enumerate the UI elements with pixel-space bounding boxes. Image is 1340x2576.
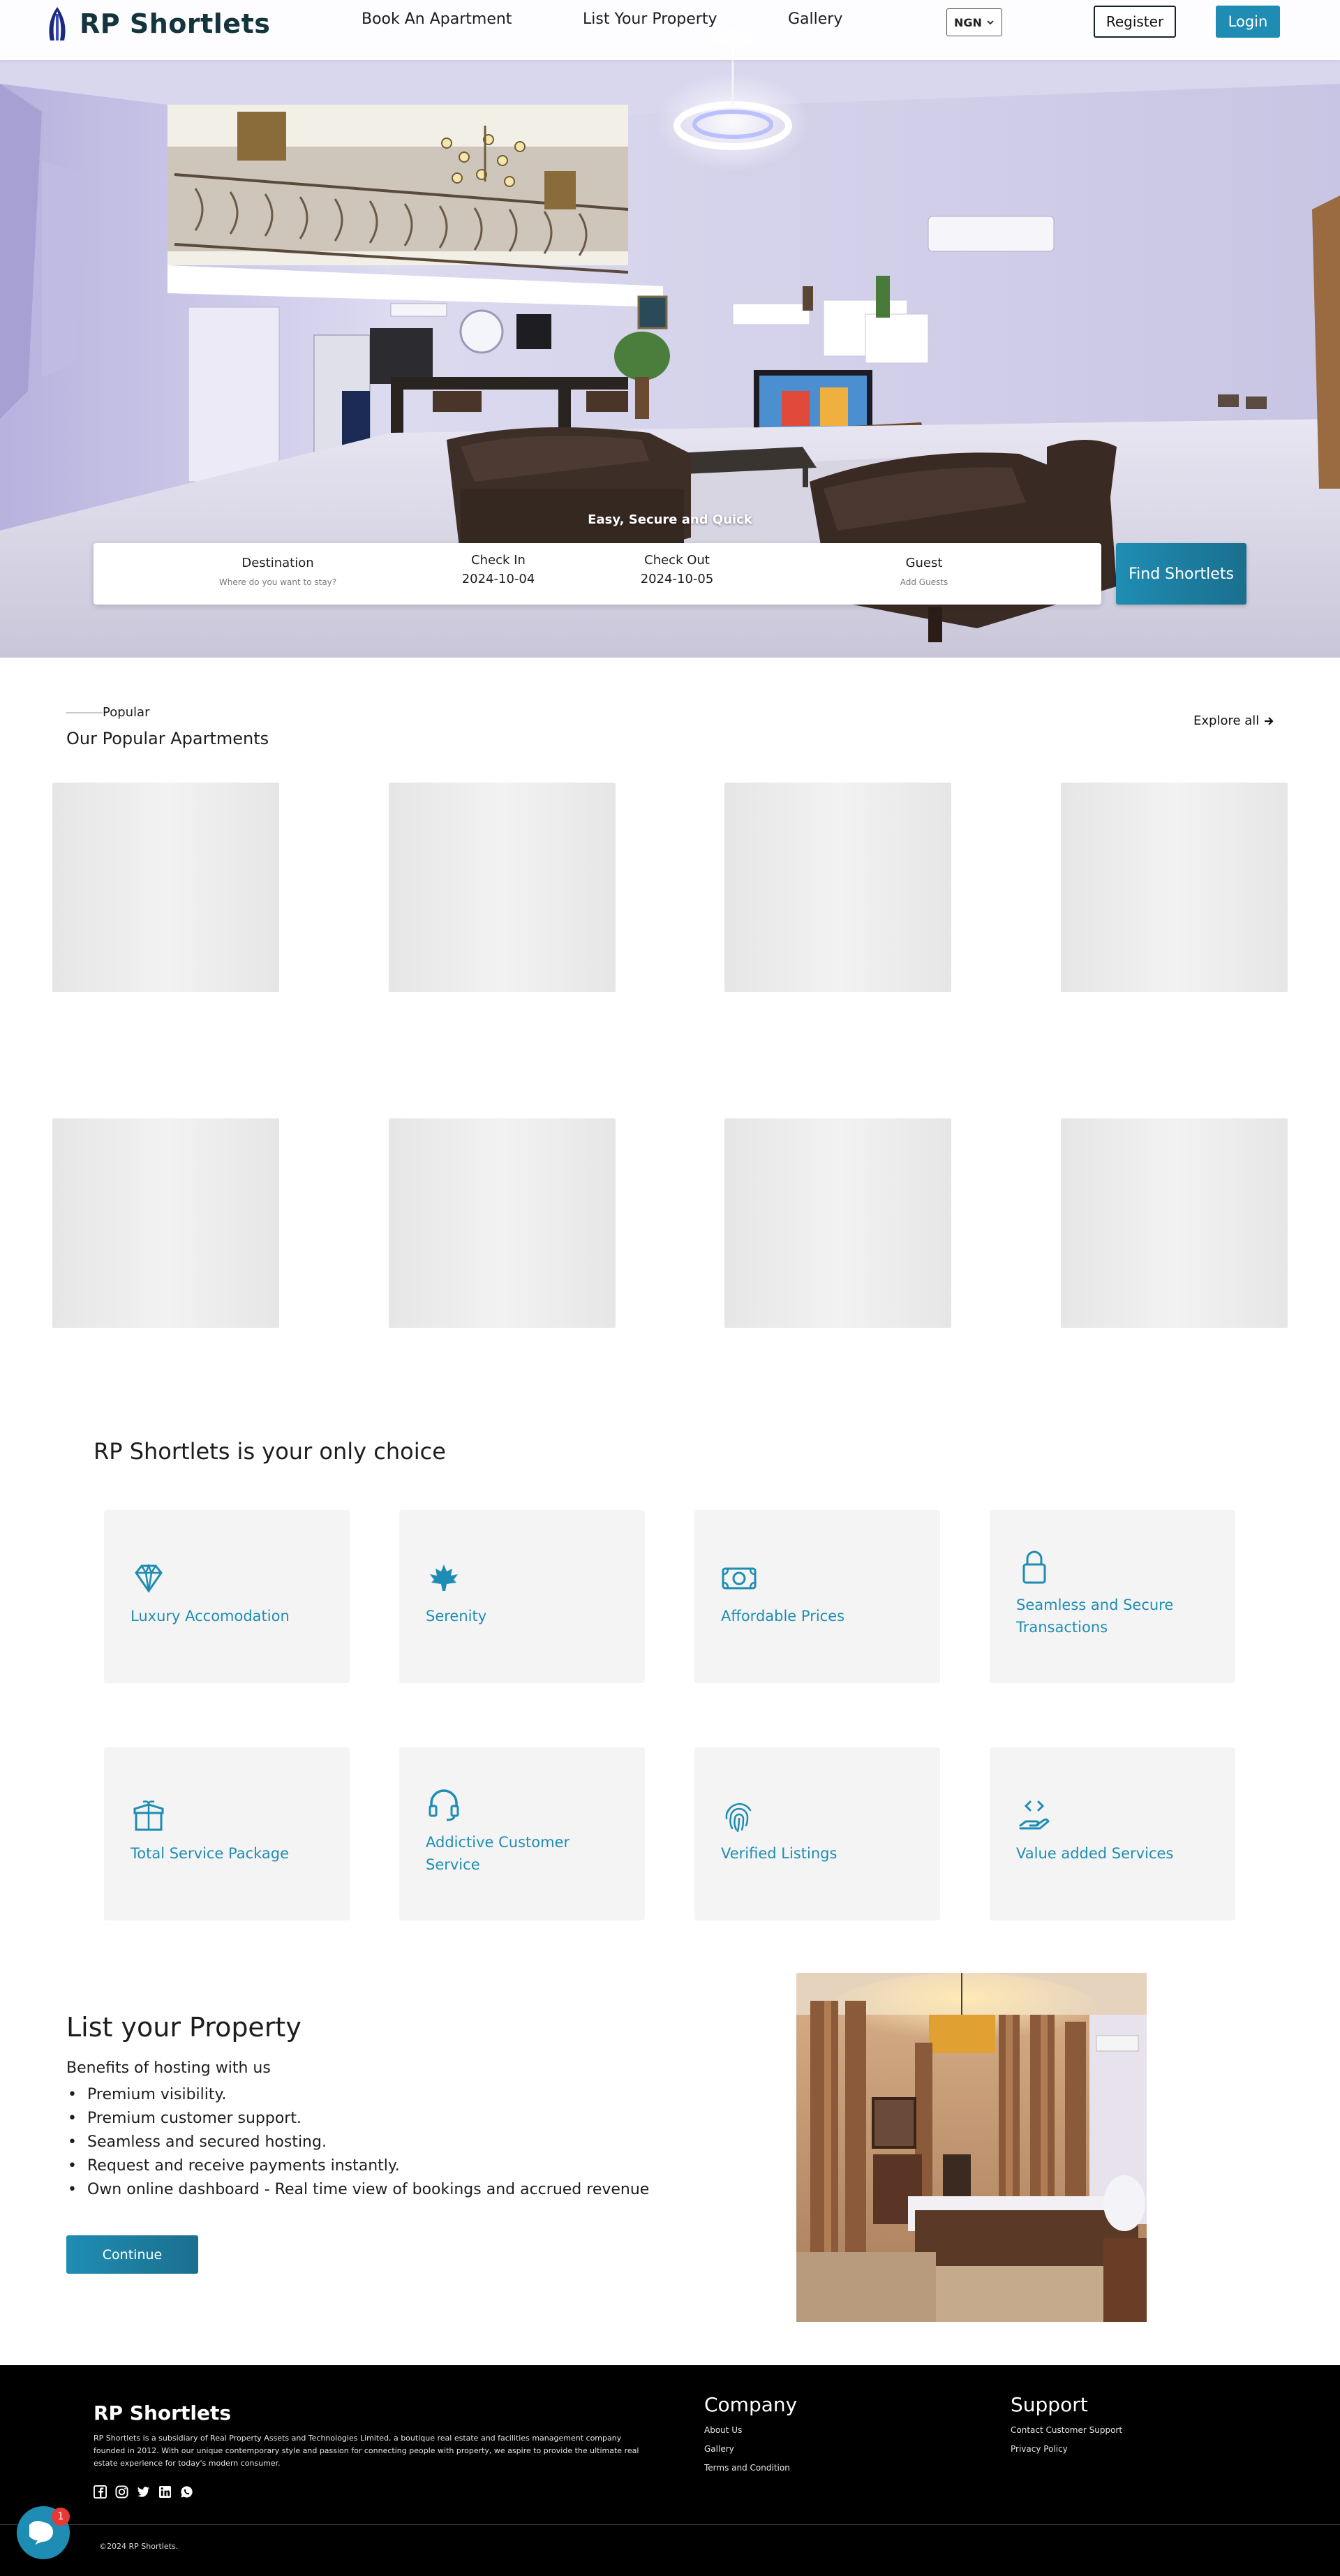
apartment-card-placeholder[interactable] [724,1118,951,1328]
apartment-card-placeholder[interactable] [1061,783,1288,992]
destination-field[interactable]: Destination Where do you want to stay? [201,556,355,587]
apartment-card-placeholder[interactable] [724,783,951,992]
linkedin-icon[interactable] [158,2485,172,2499]
popular-eyebrow-text: Popular [103,705,150,720]
currency-select[interactable]: NGN [946,8,1002,36]
hand-code-icon [1016,1798,1052,1834]
nav-list-property[interactable]: List Your Property [583,10,717,28]
feature-label: Value added Services [1016,1845,1174,1862]
popular-eyebrow: Popular [66,705,150,720]
chevron-down-icon [987,20,994,25]
feature-card: Total Service Package [104,1747,350,1920]
check-out-field[interactable]: Check Out 2024-10-05 [607,553,747,586]
maple-leaf-icon [426,1560,462,1597]
apartment-card-placeholder[interactable] [52,1118,279,1328]
copyright-text: ©2024 RP Shortlets. [99,2542,179,2551]
chat-bubble-icon [29,2521,54,2545]
guest-label: Guest [905,556,943,570]
feature-label: Total Service Package [131,1845,290,1862]
benefits-list: Premium visibility. Premium customer sup… [66,2083,649,2202]
feature-card: Verified Listings [694,1747,940,1920]
continue-button[interactable]: Continue [66,2235,198,2274]
arrow-right-icon [1265,716,1274,725]
footer-company-title: Company [704,2393,798,2416]
check-in-label: Check In [471,553,526,568]
check-out-label: Check Out [644,553,710,568]
explore-all-link[interactable]: Explore all [1193,713,1274,728]
guest-field[interactable]: Guest Add Guests [875,556,973,587]
apartment-card-placeholder[interactable] [52,783,279,992]
login-button[interactable]: Login [1216,6,1280,38]
feature-label: Addictive Customer Service [426,1834,570,1873]
feature-label: Seamless and Secure Transactions [1016,1597,1174,1636]
gift-box-icon [131,1798,167,1834]
footer-about: RP Shortlets is a subsidiary of Real Pro… [94,2434,639,2468]
guest-placeholder: Add Guests [900,577,948,587]
site-header: RP Shortlets Book An Apartment List Your… [0,0,1340,60]
check-out-value: 2024-10-05 [640,572,714,586]
feature-card: Affordable Prices [694,1510,940,1683]
eyebrow-line [66,711,103,713]
chat-notification-badge: 1 [52,2508,70,2526]
benefit-item: Premium visibility. [66,2083,649,2107]
apartment-card-placeholder[interactable] [1061,1118,1288,1328]
feature-card: Value added Services [990,1747,1235,1920]
facebook-icon[interactable] [94,2485,107,2499]
footer-support-title: Support [1011,2393,1088,2416]
list-property-subtitle: Benefits of hosting with us [66,2059,271,2077]
footer-link-contact-support[interactable]: Contact Customer Support [1011,2425,1122,2435]
hero-tagline: Easy, Secure and Quick [588,512,752,527]
choice-section-title: RP Shortlets is your only choice [94,1438,446,1465]
apartment-card-placeholder[interactable] [389,783,616,992]
bedroom-image [796,1973,1147,2322]
instagram-icon[interactable] [115,2485,128,2499]
list-property-title: List your Property [66,2012,302,2043]
feature-label: Serenity [426,1608,487,1624]
benefit-item: Request and receive payments instantly. [66,2154,649,2178]
register-button[interactable]: Register [1094,6,1176,38]
headset-icon [426,1786,462,1823]
benefit-item: Seamless and secured hosting. [66,2131,649,2154]
feature-card: Serenity [399,1510,645,1683]
explore-all-label: Explore all [1193,713,1260,728]
feature-label: Verified Listings [721,1845,838,1862]
check-in-value: 2024-10-04 [461,572,535,586]
site-footer: RP Shortlets RP Shortlets is a subsidiar… [0,2365,1340,2576]
footer-link-gallery[interactable]: Gallery [704,2444,734,2454]
nav-gallery[interactable]: Gallery [788,10,842,28]
destination-placeholder: Where do you want to stay? [218,577,337,587]
feature-label: Luxury Accomodation [131,1608,290,1624]
popular-section-title: Our Popular Apartments [66,729,269,748]
money-bill-icon [721,1560,757,1597]
benefit-item: Own online dashboard - Real time view of… [66,2178,649,2202]
search-bar: Destination Where do you want to stay? C… [94,543,1101,605]
feature-label: Affordable Prices [721,1608,845,1624]
footer-link-about-us[interactable]: About Us [704,2425,742,2435]
currency-value: NGN [954,15,982,29]
diamond-icon [131,1560,167,1597]
destination-label: Destination [241,556,314,570]
find-shortlets-button[interactable]: Find Shortlets [1116,543,1246,605]
feature-card: Addictive Customer Service [399,1747,645,1920]
logo-mark-icon [49,7,66,40]
apartment-card-placeholder[interactable] [389,1118,616,1328]
brand-logo[interactable]: RP Shortlets [43,3,270,45]
fingerprint-icon [721,1798,757,1834]
footer-link-privacy-policy[interactable]: Privacy Policy [1011,2444,1068,2454]
footer-divider [0,2524,1340,2525]
whatsapp-icon[interactable] [180,2485,193,2499]
check-in-field[interactable]: Check In 2024-10-04 [429,553,568,586]
nav-book-apartment[interactable]: Book An Apartment [362,10,512,28]
brand-name: RP Shortlets [80,8,271,39]
twitter-icon[interactable] [137,2485,150,2499]
footer-link-terms[interactable]: Terms and Condition [704,2463,790,2473]
benefit-item: Premium customer support. [66,2107,649,2131]
feature-card: Seamless and Secure Transactions [990,1510,1235,1683]
footer-brand: RP Shortlets [94,2401,231,2425]
lock-icon [1016,1549,1052,1585]
social-links [94,2485,193,2499]
feature-card: Luxury Accomodation [104,1510,350,1683]
